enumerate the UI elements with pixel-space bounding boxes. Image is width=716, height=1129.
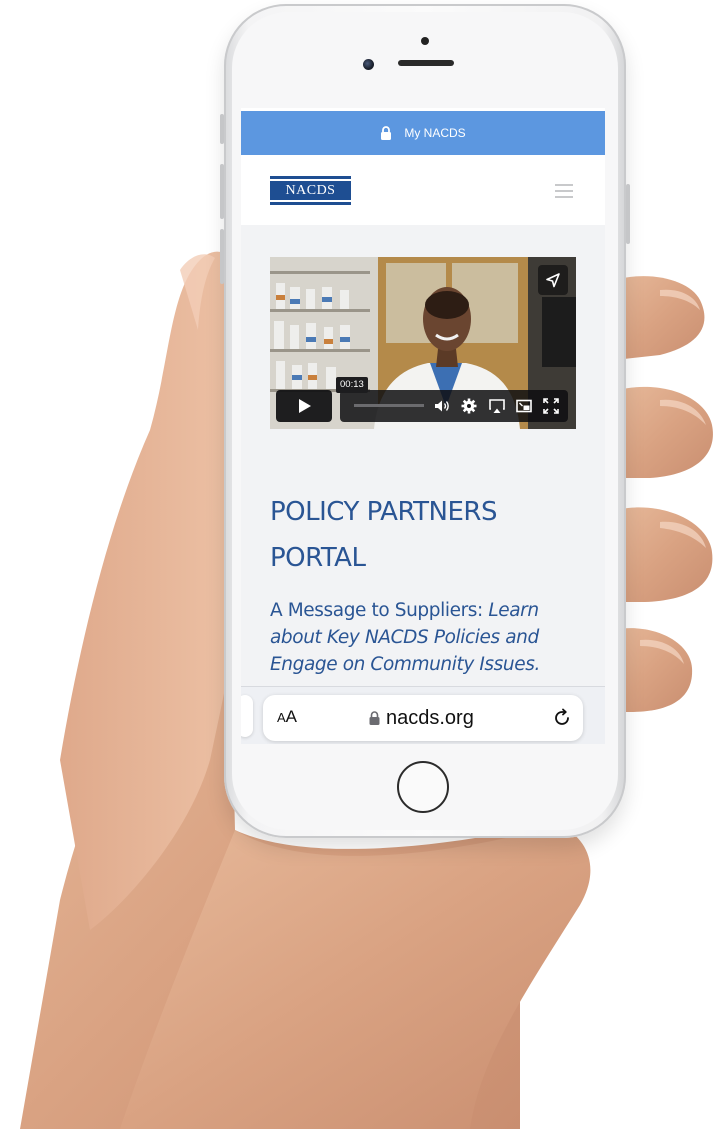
progress-track[interactable] [354,404,424,407]
page-title-line-2: PORTAL [270,543,366,573]
nacds-logo[interactable]: NACDS [270,176,351,205]
page-title: POLICY PARTNERS PORTAL [270,489,590,581]
my-nacds-bar[interactable]: My NACDS [241,111,605,155]
subtitle-emphasis-2: Engage on Community Issues. [270,654,540,675]
url-text: nacds.org [386,706,474,729]
power-button [626,184,630,244]
volume-down-button [220,229,224,284]
airplay-icon[interactable] [488,397,506,415]
picture-in-picture-icon[interactable] [515,397,533,415]
screen: My NACDS NACDS 00:13 POLICY PARTNERS POR… [241,108,605,744]
text-size-small-a: A [277,710,286,725]
phone: My NACDS NACDS 00:13 POLICY PARTNERS POR… [220,4,630,838]
logo-band-bottom [270,200,351,202]
page-title-line-1: POLICY PARTNERS [270,497,497,527]
previous-tab-edge[interactable] [241,695,253,737]
lock-icon [381,126,392,140]
url-lock-icon [369,711,380,725]
scene: My NACDS NACDS 00:13 POLICY PARTNERS POR… [0,0,716,1129]
play-icon[interactable] [276,390,332,422]
browser-toolbar: AA nacds.org [241,686,605,744]
reload-icon[interactable] [551,707,573,729]
address-bar[interactable]: AA nacds.org [263,695,583,741]
proximity-sensor [421,37,429,45]
hamburger-menu-icon[interactable] [555,184,573,198]
settings-icon[interactable] [460,397,478,415]
side-button [220,114,224,144]
volume-icon[interactable] [433,397,451,415]
subtitle-lead: A Message to Suppliers: [270,600,489,621]
text-size-button[interactable]: AA [277,707,297,727]
earpiece-speaker [398,60,454,66]
page-subtitle: A Message to Suppliers: Learn about Key … [270,597,590,678]
text-size-large-a: A [285,707,298,726]
volume-up-button [220,164,224,219]
video-player[interactable]: 00:13 [270,257,576,429]
front-camera-icon [363,59,374,70]
share-icon[interactable] [538,265,568,295]
logo-text: NACDS [285,183,336,198]
fullscreen-icon[interactable] [542,397,560,415]
time-tooltip: 00:13 [336,377,368,393]
home-button[interactable] [397,761,449,813]
my-nacds-label: My NACDS [404,126,466,140]
site-header: NACDS [241,155,605,225]
url-display[interactable]: nacds.org [369,707,474,729]
